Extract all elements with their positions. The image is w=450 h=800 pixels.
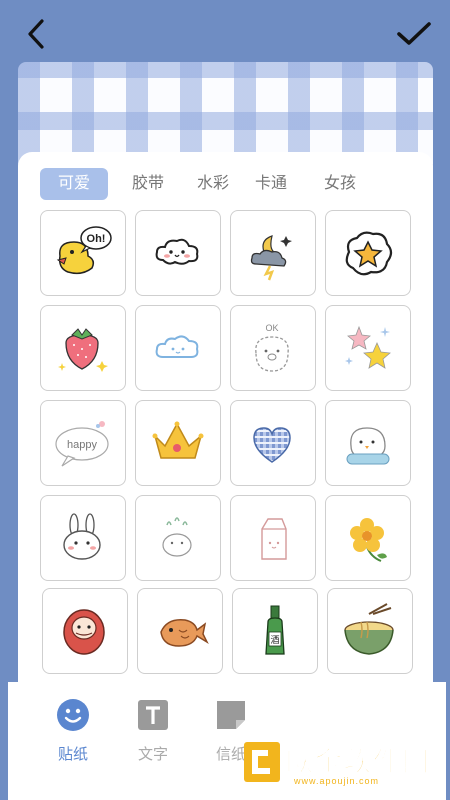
moon-cloud-icon (250, 235, 292, 281)
taiyaki-sticker[interactable] (137, 588, 223, 674)
milk-carton-icon (261, 518, 287, 560)
plaid-heart-sticker[interactable] (230, 400, 316, 486)
svg-text:OK: OK (265, 323, 278, 333)
svg-text:Oh!: Oh! (87, 233, 106, 245)
moon-storm-sticker[interactable] (230, 210, 316, 296)
tab-girl[interactable]: 女孩 (304, 168, 376, 200)
small-bunny-icon (162, 517, 192, 557)
bird-icon (346, 427, 390, 465)
cloud-icon (155, 238, 199, 265)
speech-bubble-icon: happy (55, 421, 109, 467)
watermark: 欧金软件园 www.apoujin.com (242, 738, 438, 792)
flower-icon (350, 518, 387, 562)
star-bubble-sticker[interactable] (325, 210, 411, 296)
tab-cute[interactable]: 可爱 (40, 168, 108, 200)
chevron-left-icon (28, 19, 44, 49)
letter-paper-icon (217, 701, 245, 729)
sticker-panel: 可爱 胶带 水彩 卡通 女孩 Oh! OK happy 酒 (18, 152, 433, 692)
stars-icon (345, 325, 391, 369)
star-bubble-icon (345, 231, 393, 276)
sparkle-stars-sticker[interactable] (325, 305, 411, 391)
ok-bear-sticker[interactable]: OK (230, 305, 316, 391)
watermark-url: www.apoujin.com (294, 776, 380, 786)
nav-text-label: 文字 (137, 746, 168, 763)
ramen-bowl-icon (344, 603, 394, 655)
cloud-face-sticker[interactable] (135, 210, 221, 296)
watermark-logo-icon (244, 742, 280, 782)
watermark-title: 欧金软件园 (286, 747, 431, 778)
bear-icon: OK (255, 323, 289, 372)
category-tabs: 可爱 胶带 水彩 卡通 女孩 (40, 168, 376, 200)
happy-bubble-sticker[interactable]: happy (40, 400, 126, 486)
bottom-nav: 贴纸 文字 信纸 欧金软件园 www.apoujin.com (8, 682, 446, 800)
bunny-icon (63, 513, 101, 560)
svg-text:酒: 酒 (270, 635, 279, 646)
crown-sticker[interactable] (135, 400, 221, 486)
text-t-icon (138, 700, 168, 730)
bunny-face-sticker[interactable] (40, 495, 126, 581)
svg-text:happy: happy (67, 439, 97, 451)
duck-icon: Oh! (56, 226, 112, 275)
sake-bottle-sticker[interactable]: 酒 (232, 588, 318, 674)
daruma-sticker[interactable] (42, 588, 128, 674)
daruma-icon (63, 609, 105, 655)
yellow-flower-sticker[interactable] (325, 495, 411, 581)
sake-bottle-icon: 酒 (265, 605, 285, 655)
top-bar (0, 0, 450, 64)
strawberry-sticker[interactable] (40, 305, 126, 391)
nav-stickers-label: 贴纸 (57, 746, 88, 763)
fluffy-bird-sticker[interactable] (325, 400, 411, 486)
confirm-button[interactable] (394, 14, 434, 54)
checkmark-icon (397, 22, 431, 45)
tab-tape[interactable]: 胶带 (108, 168, 188, 200)
bunny-splash-sticker[interactable] (135, 495, 221, 581)
nav-stickers[interactable]: 贴纸 (38, 698, 108, 764)
strawberry-icon (58, 328, 108, 372)
milk-carton-sticker[interactable] (230, 495, 316, 581)
crown-icon (152, 421, 204, 459)
heart-icon (253, 427, 291, 463)
taiyaki-fish-icon (160, 619, 209, 647)
smiley-sticker-icon (57, 699, 89, 731)
blue-cloud-icon (155, 335, 199, 358)
nav-text[interactable]: 文字 (118, 698, 188, 764)
tab-watercolor[interactable]: 水彩 (188, 168, 238, 200)
blue-cloud-sticker[interactable] (135, 305, 221, 391)
ramen-bowl-sticker[interactable] (327, 588, 413, 674)
duck-oh-sticker[interactable]: Oh! (40, 210, 126, 296)
tab-cartoon[interactable]: 卡通 (238, 168, 304, 200)
back-button[interactable] (18, 14, 58, 54)
